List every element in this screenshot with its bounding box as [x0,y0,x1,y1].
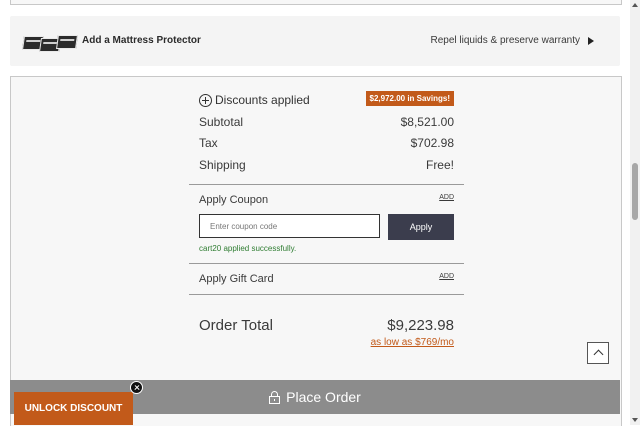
divider [189,184,464,185]
tax-value: $702.98 [410,136,454,150]
divider [189,263,464,264]
tax-label: Tax [199,136,218,150]
apply-coupon-button[interactable]: Apply [388,214,454,240]
coupon-code-input[interactable] [199,214,380,238]
shipping-label: Shipping [199,158,246,172]
order-summary-card: Discounts applied $2,972.00 in Savings! … [10,76,622,426]
scroll-down-icon[interactable] [632,418,638,422]
chevron-up-icon[interactable] [587,342,609,364]
chevron-right-icon[interactable] [588,37,594,45]
gift-card-add-link[interactable]: ADD [439,273,454,280]
plus-circle-icon[interactable] [199,94,212,107]
close-icon[interactable] [130,381,143,394]
divider [189,294,464,295]
coupon-success-message: cart20 applied successfully. [199,244,297,253]
scroll-up-icon[interactable] [632,3,638,7]
mattress-protector-label: Add a Mattress Protector [82,35,201,46]
discounts-applied-label: Discounts applied [215,93,310,107]
lock-icon [269,390,281,404]
subtotal-value: $8,521.00 [400,115,454,129]
savings-badge: $2,972.00 in Savings! [365,91,454,106]
coupon-add-link[interactable]: ADD [439,194,454,201]
financing-link[interactable]: as low as $769/mo [371,337,454,348]
order-total-value: $9,223.98 [387,317,454,334]
shipping-value: Free! [425,158,454,172]
apply-gift-card-label: Apply Gift Card [199,273,274,285]
unlock-discount-button[interactable]: UNLOCK DISCOUNT [14,392,133,425]
order-summary-column: Discounts applied $2,972.00 in Savings! … [189,77,464,426]
apply-coupon-label: Apply Coupon [199,194,269,206]
place-order-label: Place Order [286,389,361,405]
mattress-protector-description: Repel liquids & preserve warranty [430,35,580,46]
previous-card-edge [10,0,622,5]
scrollbar-thumb[interactable] [632,163,638,220]
subtotal-label: Subtotal [199,115,244,129]
page-scrollbar[interactable] [630,0,640,425]
mattress-protector-thumbnails [22,33,78,52]
mattress-protector-row[interactable]: Add a Mattress Protector Repel liquids &… [10,16,620,66]
order-total-label: Order Total [199,317,273,334]
